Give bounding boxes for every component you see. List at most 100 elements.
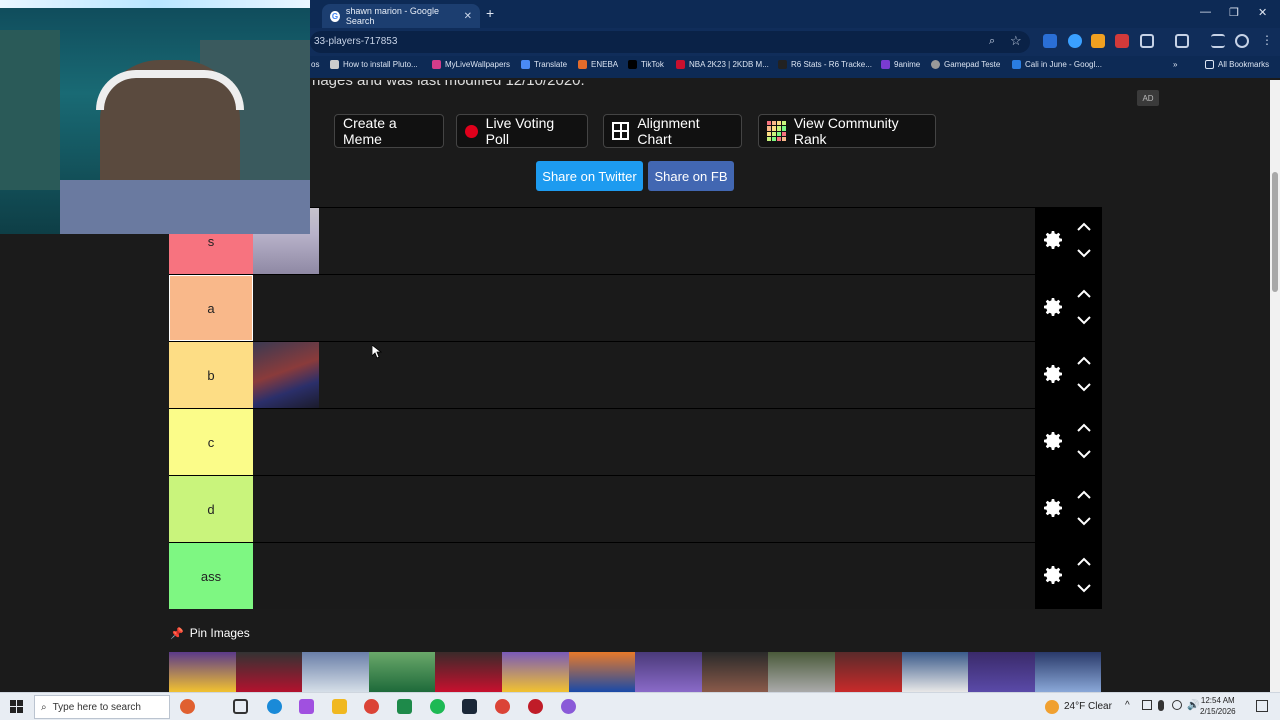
move-down-icon[interactable] — [1075, 581, 1093, 595]
gear-icon[interactable] — [1041, 496, 1065, 520]
move-down-icon[interactable] — [1075, 514, 1093, 528]
extensions-puzzle-icon[interactable] — [1140, 34, 1154, 48]
gear-icon[interactable] — [1041, 429, 1065, 453]
player-image[interactable] — [435, 652, 502, 692]
close-window-icon[interactable]: ✕ — [1258, 6, 1267, 19]
tier-label[interactable]: a — [169, 275, 253, 341]
minimize-icon[interactable]: — — [1200, 6, 1211, 18]
gear-icon[interactable] — [1041, 563, 1065, 587]
menu-kebab-icon[interactable]: ⋮ — [1261, 33, 1273, 47]
move-up-icon[interactable] — [1075, 220, 1093, 234]
app-icon[interactable] — [397, 699, 412, 714]
player-image[interactable] — [834, 652, 902, 692]
new-tab-button[interactable]: + — [486, 5, 494, 21]
move-down-icon[interactable] — [1075, 246, 1093, 260]
close-tab-icon[interactable]: ✕ — [464, 11, 472, 22]
bookmark-item[interactable]: ENEBA — [578, 60, 618, 69]
tier-label[interactable]: d — [169, 476, 253, 542]
task-view-icon[interactable] — [233, 699, 248, 714]
player-image[interactable] — [968, 652, 1035, 692]
create-meme-button[interactable]: Create a Meme — [334, 114, 444, 148]
bookmark-star-icon[interactable]: ☆ — [1010, 33, 1022, 49]
bookmark-item[interactable]: 9anime — [881, 60, 920, 69]
windows-start-icon[interactable] — [10, 700, 23, 713]
steam-icon[interactable] — [462, 699, 477, 714]
player-image[interactable] — [1034, 652, 1102, 692]
move-up-icon[interactable] — [1075, 488, 1093, 502]
bookmark-item[interactable]: NBA 2K23 | 2KDB M... — [676, 60, 769, 69]
app-icon[interactable] — [561, 699, 576, 714]
bookmark-item[interactable]: R6 Stats - R6 Tracke... — [778, 60, 872, 69]
restore-icon[interactable]: ❐ — [1229, 6, 1239, 19]
tier-label[interactable]: b — [169, 342, 253, 408]
player-image[interactable] — [302, 652, 369, 692]
bookmark-item[interactable]: Gamepad Teste — [931, 60, 1000, 69]
wifi-icon[interactable] — [1172, 700, 1182, 710]
move-down-icon[interactable] — [1075, 447, 1093, 461]
extension-icon[interactable] — [1115, 34, 1129, 48]
share-twitter-button[interactable]: Share on Twitter — [536, 161, 643, 191]
more-bookmarks-icon[interactable]: » — [1173, 60, 1177, 69]
player-image[interactable] — [635, 652, 702, 692]
alignment-chart-button[interactable]: Alignment Chart — [603, 114, 742, 148]
view-community-rank-button[interactable]: View Community Rank — [758, 114, 936, 148]
notification-icon[interactable] — [1256, 700, 1268, 712]
copilot-icon[interactable] — [299, 699, 314, 714]
weather-text[interactable]: 24°F Clear — [1064, 701, 1112, 712]
player-image[interactable] — [169, 652, 236, 692]
page-scrollbar[interactable] — [1270, 80, 1280, 692]
tier-label[interactable]: c — [169, 409, 253, 475]
move-down-icon[interactable] — [1075, 313, 1093, 327]
app-icon[interactable] — [528, 699, 543, 714]
network-icon[interactable] — [1142, 700, 1152, 710]
profile-icon[interactable] — [1235, 34, 1249, 48]
microphone-icon[interactable] — [1158, 700, 1164, 711]
basketball-icon[interactable] — [180, 699, 195, 714]
file-explorer-icon[interactable] — [332, 699, 347, 714]
scrollbar-thumb[interactable] — [1272, 172, 1278, 292]
move-down-icon[interactable] — [1075, 380, 1093, 394]
zoom-icon[interactable]: ⌕ — [989, 35, 995, 48]
player-image[interactable] — [568, 652, 636, 692]
gear-icon[interactable] — [1041, 295, 1065, 319]
bookmark-item[interactable]: How to install Pluto... — [330, 60, 418, 69]
bookmark-item[interactable]: TikTok — [628, 60, 664, 69]
move-up-icon[interactable] — [1075, 555, 1093, 569]
all-bookmarks[interactable]: All Bookmarks — [1205, 60, 1269, 69]
spotify-icon[interactable] — [430, 699, 445, 714]
system-clock[interactable]: 12:54 AM 2/15/2026 — [1200, 695, 1236, 717]
move-up-icon[interactable] — [1075, 421, 1093, 435]
gear-icon[interactable] — [1041, 228, 1065, 252]
extension-icon[interactable] — [1068, 34, 1082, 48]
url-field[interactable]: 33-players-717853 — [310, 31, 1030, 53]
player-image[interactable] — [501, 652, 569, 692]
extension-icon[interactable] — [1091, 34, 1105, 48]
player-image[interactable] — [368, 652, 436, 692]
player-image[interactable] — [235, 652, 303, 692]
player-image[interactable] — [253, 342, 319, 408]
weather-moon-icon[interactable] — [1045, 700, 1059, 714]
bookmark-item[interactable]: Cali in June - Googl... — [1012, 60, 1102, 69]
bookmark-prefix[interactable]: os — [311, 60, 319, 69]
tab-google-search[interactable]: G shawn marion - Google Search ✕ — [322, 4, 480, 28]
media-icon[interactable] — [1211, 34, 1225, 48]
player-image[interactable] — [901, 652, 969, 692]
bookmark-item[interactable]: Translate — [521, 60, 567, 69]
chevron-up-icon[interactable]: ^ — [1125, 700, 1130, 711]
chrome-icon[interactable] — [495, 699, 510, 714]
chrome-icon[interactable] — [364, 699, 379, 714]
taskbar-search-input[interactable]: ⌕ Type here to search — [34, 695, 170, 719]
bookmark-item[interactable]: MyLiveWallpapers — [432, 60, 510, 69]
edge-icon[interactable] — [267, 699, 282, 714]
move-up-icon[interactable] — [1075, 287, 1093, 301]
move-up-icon[interactable] — [1075, 354, 1093, 368]
player-image[interactable] — [768, 652, 835, 692]
cast-icon[interactable] — [1175, 34, 1189, 48]
player-image[interactable] — [701, 652, 769, 692]
gear-icon[interactable] — [1041, 362, 1065, 386]
extension-icon[interactable] — [1043, 34, 1057, 48]
volume-icon[interactable]: 🔊 — [1187, 700, 1199, 711]
share-fb-button[interactable]: Share on FB — [648, 161, 734, 191]
live-voting-poll-button[interactable]: Live Voting Poll — [456, 114, 588, 148]
tier-label[interactable]: ass — [169, 543, 253, 609]
